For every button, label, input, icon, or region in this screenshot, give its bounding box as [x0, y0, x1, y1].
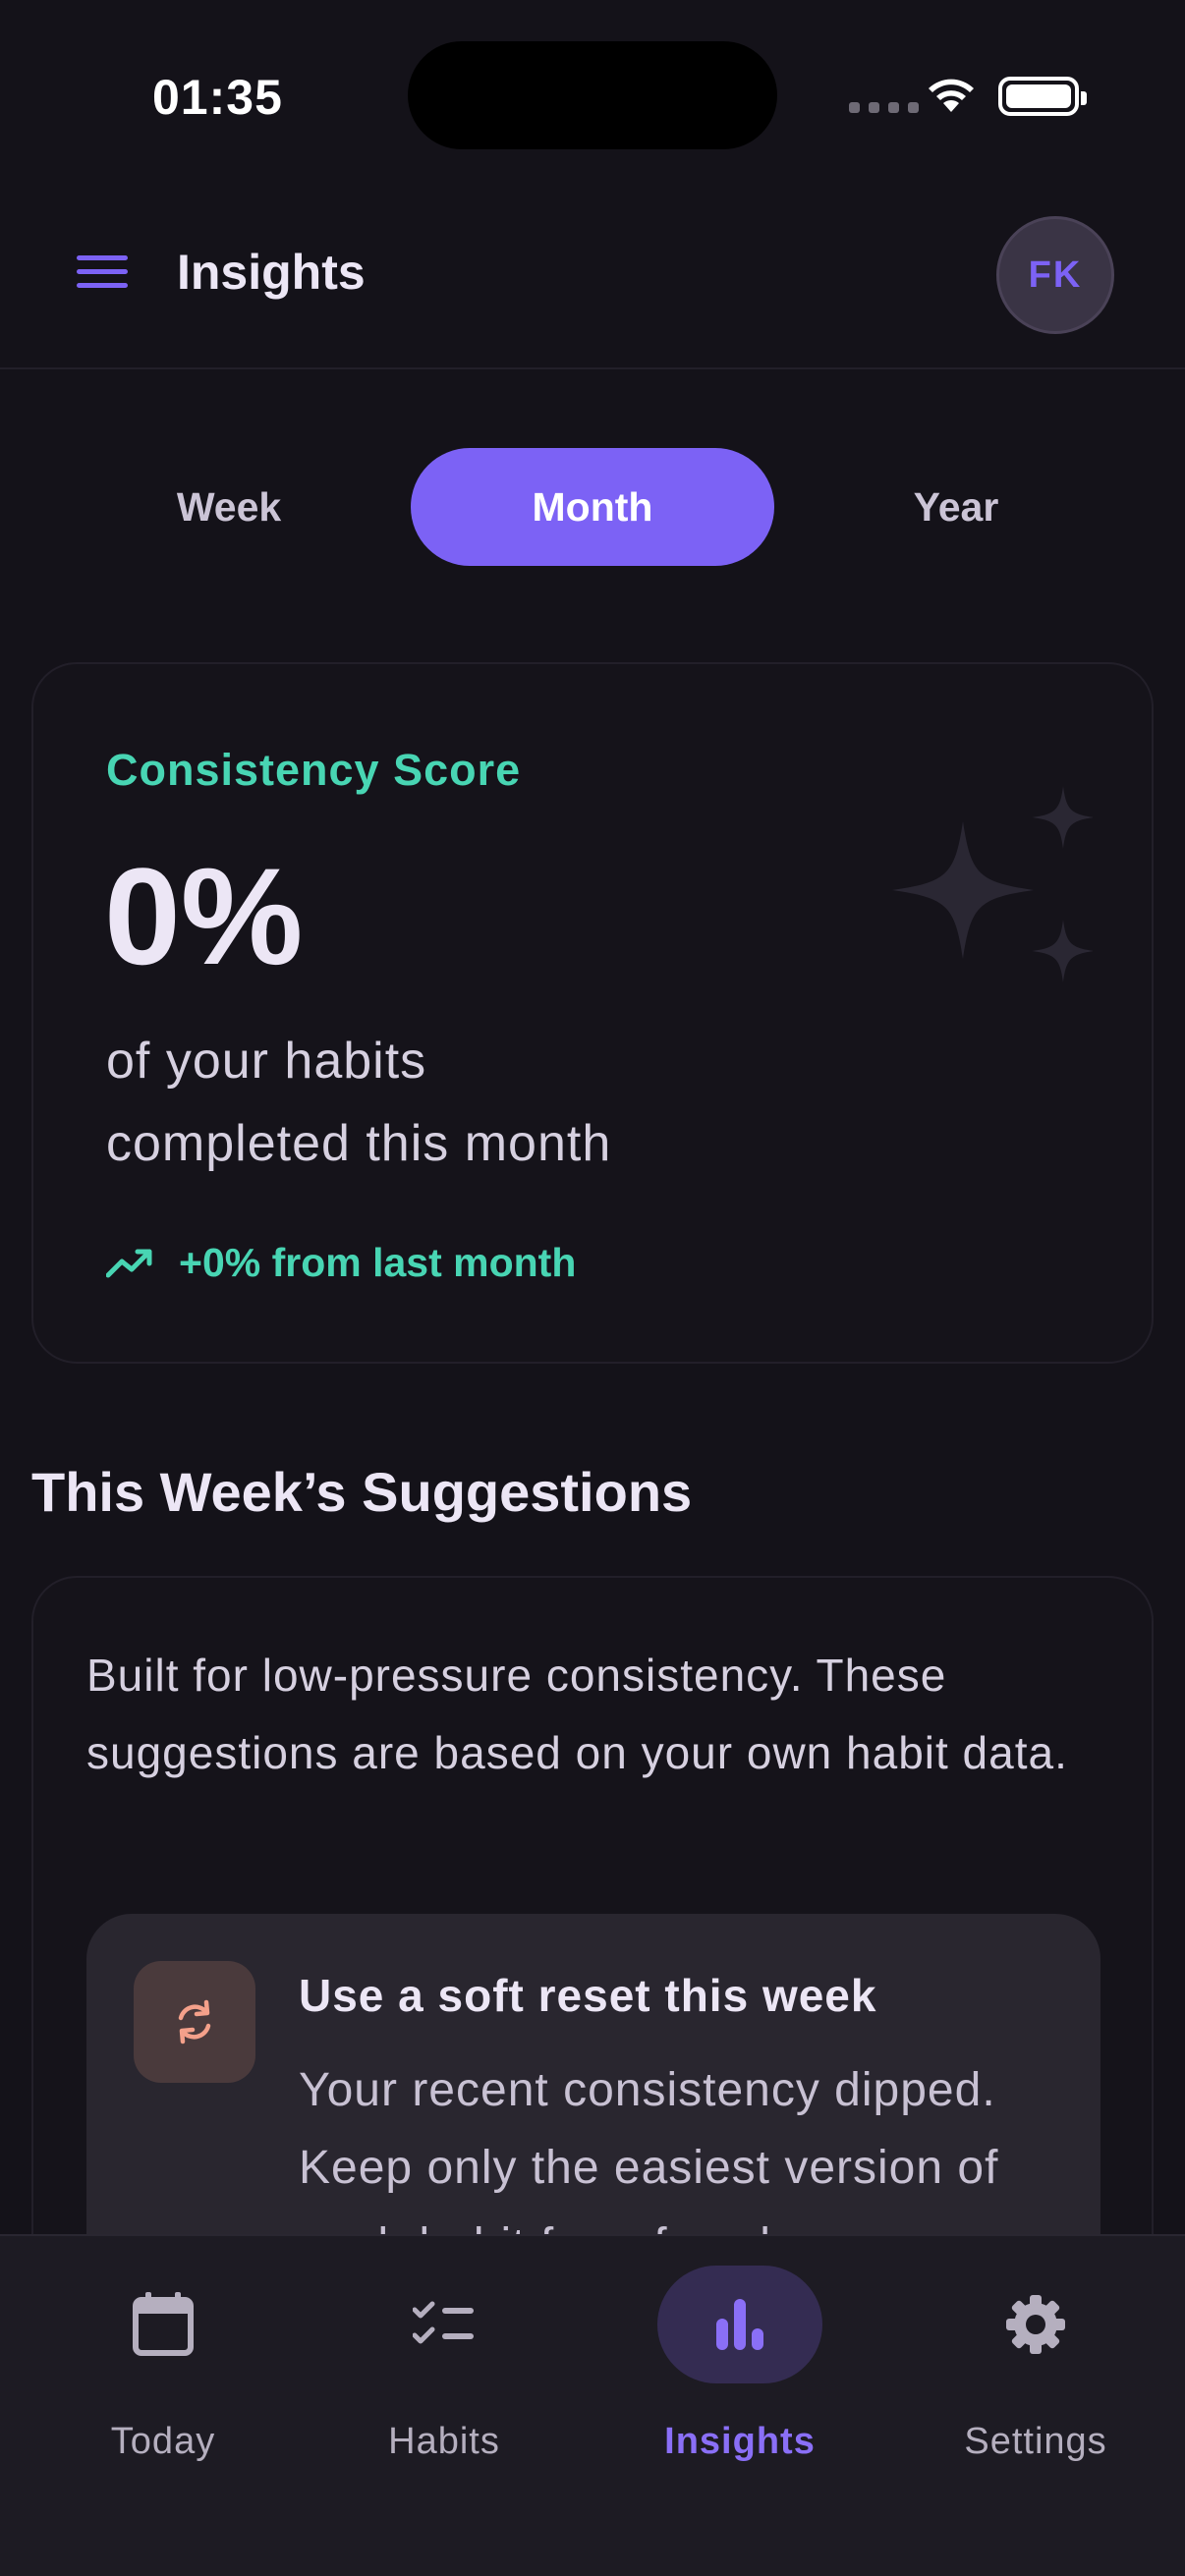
checklist-icon [362, 2266, 527, 2383]
battery-icon [998, 77, 1087, 116]
nav-item-habits[interactable]: Habits [281, 2266, 576, 2482]
dynamic-island [408, 41, 777, 149]
sparkle-icon [892, 786, 1093, 982]
app-bar: Insights FK [0, 187, 1185, 369]
consistency-description-line: of your habits [106, 1033, 427, 1090]
status-time: 01:35 [152, 70, 283, 125]
calendar-icon [81, 2266, 246, 2383]
consistency-value: 0% [104, 839, 304, 993]
trending-up-icon [106, 1249, 152, 1277]
bottom-nav: Today Habits Insights Settings [0, 2234, 1185, 2576]
gear-icon [953, 2266, 1118, 2383]
wifi-icon [929, 79, 974, 112]
nav-label-today: Today [110, 2421, 216, 2462]
trend-row: +0% from last month [106, 1240, 576, 1286]
refresh-icon [134, 1961, 255, 2083]
suggestions-title: This Week’s Suggestions [31, 1461, 693, 1523]
consistency-label: Consistency Score [106, 745, 522, 795]
consistency-description-line: completed this month [106, 1115, 612, 1172]
page-title: Insights [177, 245, 366, 300]
nav-label-settings: Settings [964, 2421, 1107, 2462]
nav-item-settings[interactable]: Settings [873, 2266, 1167, 2482]
tab-month[interactable]: Month [411, 448, 774, 566]
nav-label-insights: Insights [664, 2421, 816, 2462]
consistency-description: of your habits completed this month [106, 1020, 794, 1185]
suggestion-title: Use a soft reset this week [299, 1970, 877, 2021]
consistency-card: Consistency Score 0% of your habits comp… [31, 662, 1154, 1364]
tab-week[interactable]: Week [47, 448, 411, 566]
tab-year[interactable]: Year [774, 448, 1138, 566]
menu-icon[interactable] [77, 255, 128, 297]
bar-chart-icon [657, 2266, 822, 2383]
suggestions-intro: Built for low-pressure consistency. Thes… [86, 1650, 1068, 1778]
status-bar: 01:35 [0, 0, 1185, 187]
trend-text: +0% from last month [179, 1240, 577, 1285]
nav-label-habits: Habits [388, 2421, 500, 2462]
avatar[interactable]: FK [996, 216, 1114, 334]
cellular-signal-icon [849, 102, 919, 113]
nav-item-insights[interactable]: Insights [577, 2266, 872, 2482]
nav-item-today[interactable]: Today [0, 2266, 295, 2482]
